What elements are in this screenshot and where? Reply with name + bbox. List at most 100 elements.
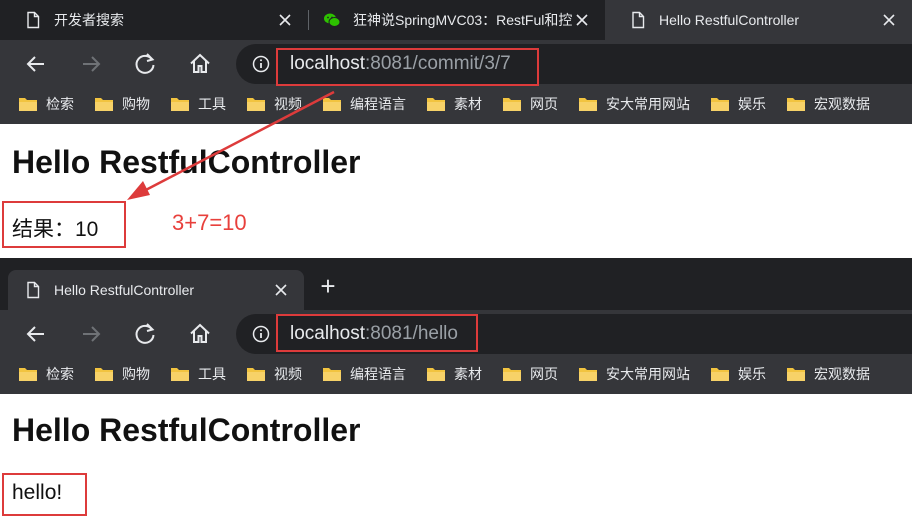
bookmark-label: 娱乐: [738, 96, 766, 112]
bottom-browser-window: Hello RestfulController + localhost:8081…: [0, 258, 912, 526]
page-icon: [27, 281, 40, 299]
bookmark-label: 编程语言: [350, 366, 406, 382]
folder-icon: [711, 368, 729, 381]
tab-hello-restful[interactable]: Hello RestfulController: [605, 0, 912, 40]
tab-title: 开发者搜索: [54, 12, 124, 28]
back-arrow-icon[interactable]: [22, 50, 50, 78]
tab-strip: 开发者搜索 狂神说SpringMVC03：RestFul和控制器 Hello R…: [0, 0, 912, 40]
annotation-equation: 3+7=10: [172, 210, 247, 235]
result-highlight-box: [2, 201, 126, 248]
bookmark-folder[interactable]: 安大常用网站: [578, 364, 690, 384]
folder-icon: [711, 98, 729, 111]
tab-strip: Hello RestfulController +: [0, 258, 912, 310]
bookmark-folder[interactable]: 编程语言: [322, 94, 406, 114]
folder-icon: [427, 368, 445, 381]
bookmark-folder[interactable]: 购物: [94, 364, 150, 384]
folder-icon: [503, 368, 521, 381]
bookmark-folder[interactable]: 宏观数据: [786, 364, 870, 384]
folder-icon: [171, 368, 189, 381]
folder-icon: [427, 98, 445, 111]
page-icon: [27, 11, 40, 29]
bookmark-folder[interactable]: 安大常用网站: [578, 94, 690, 114]
bookmark-label: 检索: [46, 366, 74, 382]
folder-icon: [579, 98, 597, 111]
bookmark-label: 宏观数据: [814, 96, 870, 112]
bookmark-label: 工具: [198, 366, 226, 382]
info-icon[interactable]: [252, 55, 270, 73]
bookmark-folder[interactable]: 工具: [170, 364, 226, 384]
bookmark-folder[interactable]: 娱乐: [710, 94, 766, 114]
bookmark-label: 编程语言: [350, 96, 406, 112]
bookmark-folder[interactable]: 检索: [18, 364, 74, 384]
page-heading: Hello RestfulController: [12, 412, 361, 448]
wechat-icon: [324, 13, 341, 27]
bookmark-label: 购物: [122, 96, 150, 112]
folder-icon: [247, 98, 265, 111]
bookmark-label: 安大常用网站: [606, 96, 690, 112]
folder-icon: [95, 368, 113, 381]
bookmark-folder[interactable]: 娱乐: [710, 364, 766, 384]
bookmark-label: 网页: [530, 366, 558, 382]
bookmark-folder[interactable]: 工具: [170, 94, 226, 114]
folder-icon: [323, 98, 341, 111]
tab-hello-restful[interactable]: Hello RestfulController: [8, 270, 304, 310]
reload-icon[interactable]: [131, 50, 159, 78]
bookmark-label: 娱乐: [738, 366, 766, 382]
info-icon[interactable]: [252, 325, 270, 343]
bookmark-label: 宏观数据: [814, 366, 870, 382]
close-icon[interactable]: [272, 281, 290, 299]
folder-icon: [787, 98, 805, 111]
bookmark-label: 工具: [198, 96, 226, 112]
bookmark-folder[interactable]: 编程语言: [322, 364, 406, 384]
page-content: Hello RestfulController 结果：10: [0, 124, 912, 258]
tab-title: Hello RestfulController: [659, 12, 800, 28]
forward-arrow-icon[interactable]: [77, 320, 105, 348]
page-heading: Hello RestfulController: [12, 144, 361, 180]
close-icon[interactable]: [573, 11, 591, 29]
bookmark-folder[interactable]: 素材: [426, 94, 482, 114]
tab-springmvc-article[interactable]: 狂神说SpringMVC03：RestFul和控制器: [309, 0, 605, 40]
new-tab-button[interactable]: +: [314, 272, 342, 300]
folder-icon: [787, 368, 805, 381]
bookmark-label: 素材: [454, 96, 482, 112]
close-icon[interactable]: [880, 11, 898, 29]
bookmark-label: 安大常用网站: [606, 366, 690, 382]
folder-icon: [247, 368, 265, 381]
reload-icon[interactable]: [131, 320, 159, 348]
bookmark-folder[interactable]: 宏观数据: [786, 94, 870, 114]
folder-icon: [95, 98, 113, 111]
bookmark-label: 网页: [530, 96, 558, 112]
bookmark-folder[interactable]: 素材: [426, 364, 482, 384]
forward-arrow-icon[interactable]: [77, 50, 105, 78]
tab-title: 狂神说SpringMVC03：RestFul和控制器: [353, 12, 573, 28]
page-content: Hello RestfulController hello!: [0, 394, 912, 526]
bookmark-folder[interactable]: 购物: [94, 94, 150, 114]
tab-dev-search[interactable]: 开发者搜索: [0, 0, 308, 40]
bookmark-folder[interactable]: 视频: [246, 364, 302, 384]
home-icon[interactable]: [186, 50, 214, 78]
bookmark-label: 视频: [274, 96, 302, 112]
bookmark-folder[interactable]: 网页: [502, 364, 558, 384]
bookmark-folder[interactable]: 视频: [246, 94, 302, 114]
bookmark-folder[interactable]: 网页: [502, 94, 558, 114]
bookmark-folder[interactable]: 检索: [18, 94, 74, 114]
result-highlight-box: [2, 473, 87, 516]
folder-icon: [19, 98, 37, 111]
folder-icon: [323, 368, 341, 381]
back-arrow-icon[interactable]: [22, 320, 50, 348]
bookmark-label: 购物: [122, 366, 150, 382]
folder-icon: [503, 98, 521, 111]
bookmark-label: 检索: [46, 96, 74, 112]
url-highlight-box: [276, 48, 539, 86]
top-browser-window: 开发者搜索 狂神说SpringMVC03：RestFul和控制器 Hello R…: [0, 0, 912, 258]
tab-title: Hello RestfulController: [54, 282, 195, 298]
bookmarks-bar: 检索 购物 工具 视频 编程语言 素材 网页 安大常用网站 娱乐 宏观数据: [0, 354, 912, 394]
bookmarks-bar: 检索 购物 工具 视频 编程语言 素材 网页 安大常用网站 娱乐 宏观数据: [0, 84, 912, 124]
page-icon: [632, 11, 645, 29]
folder-icon: [171, 98, 189, 111]
home-icon[interactable]: [186, 320, 214, 348]
bookmark-label: 视频: [274, 366, 302, 382]
folder-icon: [19, 368, 37, 381]
close-icon[interactable]: [276, 11, 294, 29]
url-highlight-box: [276, 314, 478, 352]
